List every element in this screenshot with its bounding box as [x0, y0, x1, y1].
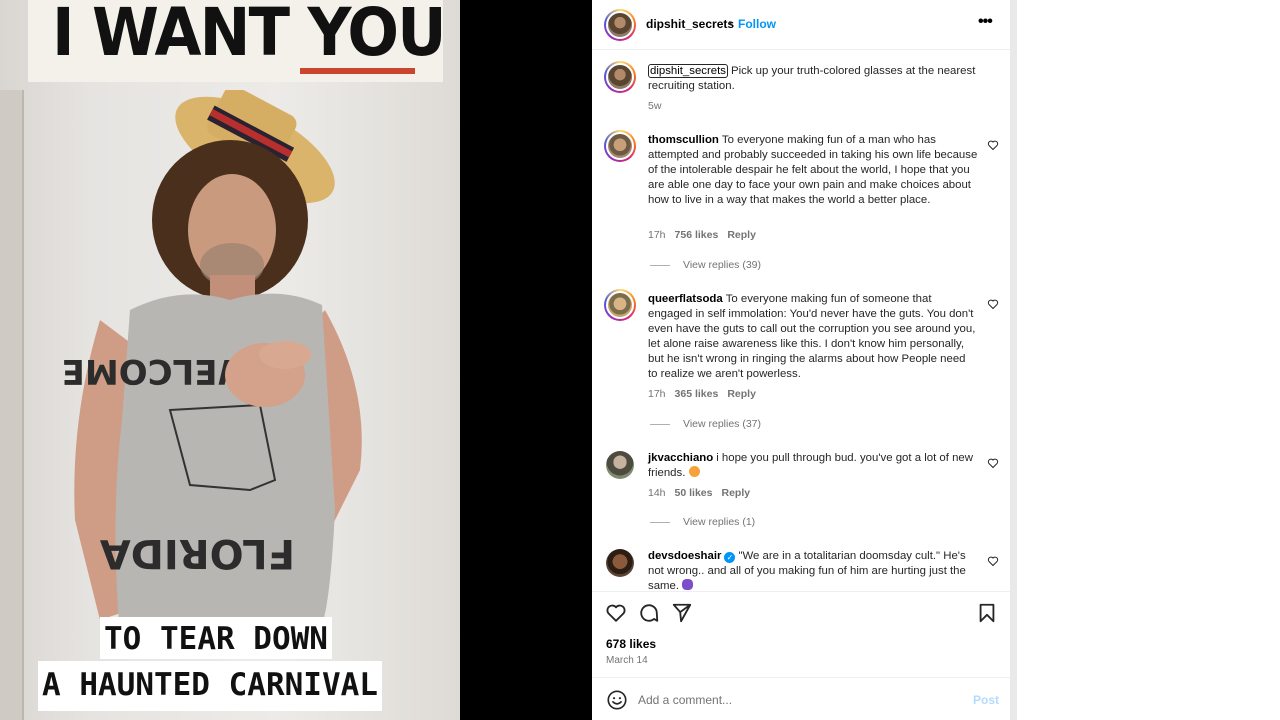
- comment-time: 17h: [648, 229, 666, 241]
- page-background: [1017, 0, 1280, 720]
- comment-like-heart-icon[interactable]: [987, 298, 999, 310]
- view-replies-line: [650, 423, 670, 425]
- post-date: March 14: [606, 655, 648, 666]
- comment-likes[interactable]: 365 likes: [675, 388, 719, 400]
- author-avatar-image: [606, 11, 634, 39]
- comment-item: devsdoeshair ✓ "We are in a totalitarian d…: [648, 549, 978, 591]
- comment-avatar[interactable]: [604, 130, 636, 162]
- author-username[interactable]: dipshit_secrets: [646, 17, 734, 31]
- post-actions: 678 likes March 14: [592, 591, 1010, 677]
- comment-meta: 17h 756 likes Reply: [648, 229, 765, 241]
- comment-username[interactable]: jkvacchiano: [648, 452, 713, 464]
- post-sidebar: dipshit_secrets • Follow ••• dipshit_sec…: [592, 0, 1010, 720]
- view-replies-line: [650, 521, 670, 523]
- view-replies-line: [650, 264, 670, 266]
- caption-time: 5w: [648, 100, 662, 112]
- comment-username[interactable]: thomscullion: [648, 134, 719, 146]
- add-comment-bar: Post: [592, 677, 1010, 720]
- post-likes[interactable]: 678 likes: [606, 637, 656, 651]
- author-avatar[interactable]: [604, 9, 636, 41]
- view-replies-label: View replies (1): [683, 516, 756, 528]
- follow-button[interactable]: Follow: [738, 17, 776, 31]
- comment-username[interactable]: devsdoeshair: [648, 550, 721, 562]
- view-replies-button[interactable]: View replies (37): [650, 418, 761, 430]
- svg-text:FLORIDA: FLORIDA: [100, 530, 295, 576]
- comment-avatar-image: [606, 132, 634, 160]
- view-replies-label: View replies (39): [683, 259, 762, 271]
- comment-item: jkvacchiano i hope you pull through bud. …: [648, 451, 978, 481]
- comment-input[interactable]: [638, 690, 958, 710]
- view-replies-button[interactable]: View replies (39): [650, 259, 761, 271]
- image-caption-line2: A HAUNTED CARNIVAL: [38, 661, 382, 711]
- post-image[interactable]: I WANT YOU WELCOME TO FLORIDA TO TEAR DO…: [0, 0, 460, 720]
- heart-icon[interactable]: [605, 602, 627, 624]
- caption-avatar-image: [606, 63, 634, 91]
- grinning-emoji-icon: [688, 466, 700, 477]
- comment-time: 17h: [648, 388, 666, 400]
- comment-text: To everyone making fun of someone that e…: [648, 293, 976, 380]
- media-gutter: [460, 0, 592, 720]
- image-door-frame: [0, 90, 24, 720]
- reply-button[interactable]: Reply: [727, 229, 756, 241]
- comment-likes[interactable]: 756 likes: [675, 229, 719, 241]
- view-replies-label: View replies (37): [683, 418, 762, 430]
- more-icon[interactable]: •••: [978, 14, 994, 34]
- caption-meta: 5w: [648, 100, 670, 112]
- comment-meta: 14h 50 likes Reply: [648, 487, 759, 499]
- post-header: dipshit_secrets • Follow •••: [592, 0, 1010, 50]
- comment-avatar[interactable]: [606, 451, 634, 479]
- bookmark-icon[interactable]: [976, 602, 998, 624]
- image-top-text-part2: YOU: [307, 0, 446, 71]
- comment-icon[interactable]: [638, 602, 660, 624]
- caption-avatar[interactable]: [604, 61, 636, 93]
- share-icon[interactable]: [671, 602, 693, 624]
- comment-avatar[interactable]: [604, 289, 636, 321]
- comment-time: 14h: [648, 487, 666, 499]
- comments-list[interactable]: dipshit_secrets Pick up your truth-colore…: [592, 50, 1010, 591]
- image-top-text-part1: I WANT: [52, 0, 308, 71]
- post-comment-button[interactable]: Post: [973, 693, 999, 707]
- comment-likes[interactable]: 50 likes: [675, 487, 713, 499]
- post-caption: dipshit_secrets Pick up your truth-colore…: [648, 64, 978, 94]
- comment-item: thomscullion To everyone making fun of a …: [648, 133, 978, 208]
- header-separator: •: [728, 16, 733, 30]
- view-replies-button[interactable]: View replies (1): [650, 516, 755, 528]
- comment-avatar[interactable]: [606, 549, 634, 577]
- comment-avatar-image: [606, 291, 634, 319]
- caption-username[interactable]: dipshit_secrets: [648, 64, 728, 78]
- comment-item: queerflatsoda To everyone making fun of s…: [648, 292, 978, 382]
- comment-meta: 17h 365 likes Reply: [648, 388, 765, 400]
- reply-button[interactable]: Reply: [721, 487, 750, 499]
- emoji-icon[interactable]: [606, 689, 628, 711]
- comment-like-heart-icon[interactable]: [987, 139, 999, 151]
- image-top-underline: [300, 68, 415, 74]
- image-caption-line1: TO TEAR DOWN: [100, 617, 332, 659]
- image-top-text: I WANT YOU: [52, 0, 447, 71]
- verified-badge-icon: ✓: [724, 552, 736, 563]
- comment-like-heart-icon[interactable]: [987, 457, 999, 469]
- purple-heart-emoji-icon: [682, 579, 694, 590]
- panel-scrollbar[interactable]: [1010, 0, 1017, 720]
- comment-like-heart-icon[interactable]: [987, 555, 999, 567]
- reply-button[interactable]: Reply: [727, 388, 756, 400]
- comment-username[interactable]: queerflatsoda: [648, 293, 723, 305]
